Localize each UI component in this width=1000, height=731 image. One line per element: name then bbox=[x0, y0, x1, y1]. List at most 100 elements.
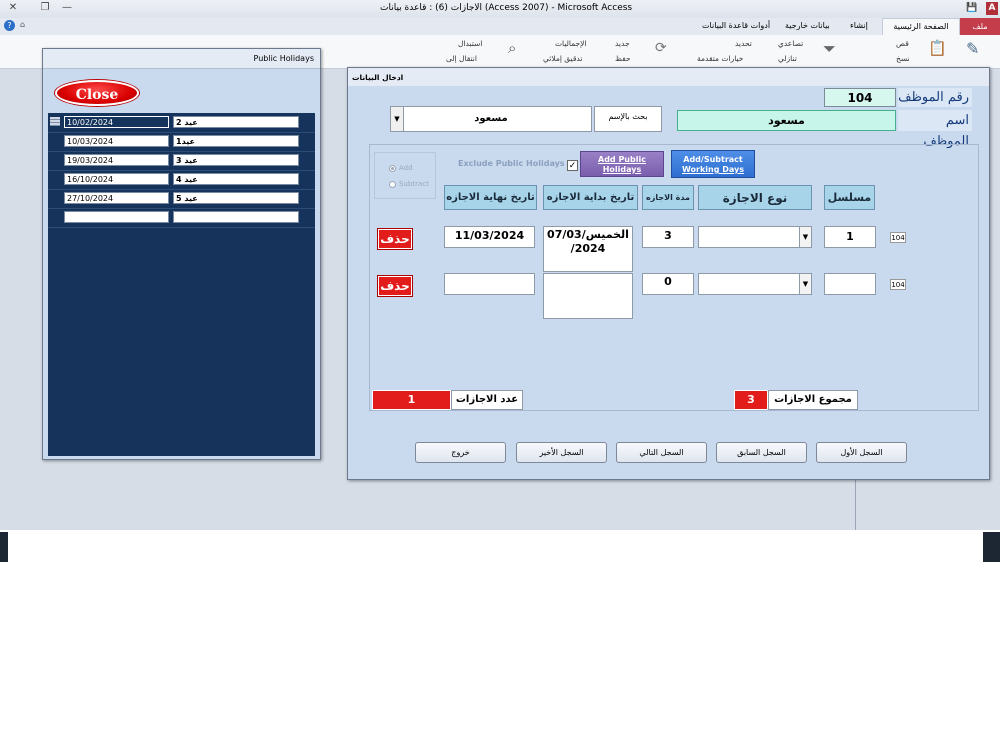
data-entry-title: ادخال البيانات bbox=[352, 73, 404, 82]
list-item: 27/10/2024 عيد 5 bbox=[48, 189, 315, 209]
tab-external-data[interactable]: بيانات خارجية bbox=[785, 21, 830, 30]
taskbar-right bbox=[983, 532, 1000, 562]
holidays-form-title: Public Holidays bbox=[253, 54, 314, 63]
holiday-name-field[interactable]: عيد 2 bbox=[173, 116, 299, 128]
holiday-name-field[interactable] bbox=[173, 211, 299, 223]
search-by-name-button[interactable]: بحث بالإسم bbox=[594, 106, 662, 132]
record-selector-icon[interactable] bbox=[50, 117, 60, 126]
start-date-field[interactable] bbox=[543, 273, 633, 319]
new-record-button[interactable]: جديد bbox=[615, 39, 630, 48]
chevron-down-icon[interactable]: ▼ bbox=[799, 227, 811, 247]
holiday-date-field[interactable]: 10/03/2024 bbox=[64, 135, 169, 147]
holiday-name-field[interactable]: عيد1 bbox=[173, 135, 299, 147]
leave-count-value: 1 bbox=[372, 390, 451, 410]
start-date-line-1: الخميس/07/03 bbox=[547, 228, 629, 241]
search-name-combo[interactable]: ▼ مسعود bbox=[390, 106, 592, 132]
delete-button[interactable]: حذف bbox=[378, 276, 412, 296]
window-title: الاجازات (6) : قاعدة بيانات (Access 2007… bbox=[380, 3, 633, 13]
list-item-new bbox=[48, 208, 315, 228]
ribbon-collapse-icon[interactable]: ⌂ bbox=[20, 20, 25, 29]
access-logo-icon: A bbox=[986, 2, 998, 15]
copy-button[interactable]: نسخ bbox=[896, 54, 910, 63]
holiday-name-field[interactable]: عيد 3 bbox=[173, 154, 299, 166]
holiday-date-field[interactable]: 27/10/2024 bbox=[64, 192, 169, 204]
subtract-option-label: Subtract bbox=[399, 180, 429, 188]
holiday-name-field[interactable]: عيد 4 bbox=[173, 173, 299, 185]
end-date-field[interactable]: 11/03/2024 bbox=[444, 226, 535, 248]
next-record-button[interactable]: السجل التالي bbox=[616, 442, 707, 463]
first-record-button[interactable]: السجل الأول bbox=[816, 442, 907, 463]
ascending-button[interactable]: تصاعدي bbox=[778, 39, 803, 48]
selection-button[interactable]: تحديد bbox=[735, 39, 752, 48]
descending-button[interactable]: تنازلي bbox=[778, 54, 797, 63]
end-date-field[interactable] bbox=[444, 273, 535, 295]
find-icon[interactable]: ⌕ bbox=[508, 39, 516, 57]
restore-window-icon[interactable]: ❐ bbox=[36, 1, 54, 15]
start-date-field[interactable]: الخميس/07/03 /2024 bbox=[543, 226, 633, 272]
add-public-holidays-label-1: Add Public bbox=[598, 155, 646, 164]
exclude-holidays-checkbox[interactable]: ✓ bbox=[567, 160, 578, 171]
refresh-all-icon[interactable]: ⟳ bbox=[655, 40, 667, 56]
add-option-label: Add bbox=[399, 164, 413, 172]
goto-button[interactable]: انتقال إلى bbox=[446, 54, 477, 63]
search-name-value: مسعود bbox=[474, 113, 508, 124]
tab-database-tools[interactable]: أدوات قاعدة البيانات bbox=[702, 21, 770, 30]
holiday-date-field[interactable]: 16/10/2024 bbox=[64, 173, 169, 185]
employee-id-label: رقم الموظف bbox=[898, 88, 972, 107]
leave-type-header: نوع الاجازة bbox=[698, 185, 812, 210]
tab-file[interactable]: ملف bbox=[960, 18, 1000, 35]
data-entry-form: ادخال البيانات 104 رقم الموظف مسعود اسم … bbox=[347, 67, 990, 480]
minimize-window-icon[interactable]: — bbox=[58, 1, 76, 15]
save-icon[interactable]: 💾 bbox=[966, 3, 977, 13]
divider bbox=[855, 480, 856, 530]
duration-field[interactable]: 3 bbox=[642, 226, 694, 248]
total-leaves-label: مجموع الاجازات bbox=[768, 390, 858, 410]
start-date-header: تاريخ بداية الاجازه bbox=[543, 185, 638, 210]
list-item: 19/03/2024 عيد 3 bbox=[48, 151, 315, 171]
employee-name-label: اسم الموظف bbox=[898, 110, 972, 149]
employee-name-field[interactable]: مسعود bbox=[677, 110, 896, 131]
spelling-button[interactable]: تدقيق إملائي bbox=[543, 54, 582, 63]
holiday-name-field[interactable]: عيد 5 bbox=[173, 192, 299, 204]
taskbar-left bbox=[0, 532, 8, 562]
leave-type-combo[interactable]: ▼ bbox=[698, 226, 812, 248]
leave-count-label: عدد الاجازات bbox=[451, 390, 523, 410]
close-window-icon[interactable]: ✕ bbox=[4, 1, 22, 15]
chevron-down-icon[interactable]: ▼ bbox=[391, 107, 404, 131]
add-public-holidays-button[interactable]: Add Public Holidays bbox=[580, 151, 664, 177]
duration-field[interactable]: 0 bbox=[642, 273, 694, 295]
serial-field[interactable] bbox=[824, 273, 876, 295]
last-record-button[interactable]: السجل الأخير bbox=[516, 442, 607, 463]
holiday-date-field[interactable] bbox=[64, 211, 169, 223]
add-subtract-working-days-button[interactable]: Add/Subtract Working Days bbox=[671, 150, 755, 178]
totals-button[interactable]: الإجماليات bbox=[555, 39, 587, 48]
replace-button[interactable]: استبدال bbox=[458, 39, 482, 48]
title-bar: ✕ ❐ — الاجازات (6) : قاعدة بيانات (Acces… bbox=[0, 0, 1000, 19]
paste-icon[interactable]: 📋 bbox=[928, 39, 947, 57]
holiday-date-field[interactable]: 19/03/2024 bbox=[64, 154, 169, 166]
tab-create[interactable]: إنشاء bbox=[850, 21, 868, 30]
holiday-date-field[interactable]: 10/02/2024 bbox=[64, 116, 169, 128]
view-icon[interactable]: ✎ bbox=[966, 39, 979, 58]
subtract-radio[interactable] bbox=[389, 181, 396, 188]
help-icon[interactable]: ? bbox=[4, 20, 15, 31]
list-item: 16/10/2024 عيد 4 bbox=[48, 170, 315, 190]
save-record-button[interactable]: حفظ bbox=[615, 54, 631, 63]
employee-id-field[interactable]: 104 bbox=[824, 88, 896, 107]
leave-type-combo[interactable]: ▼ bbox=[698, 273, 812, 295]
filter-icon[interactable]: ⏷ bbox=[823, 39, 836, 59]
chevron-down-icon[interactable]: ▼ bbox=[799, 274, 811, 294]
cut-button[interactable]: قص bbox=[896, 39, 909, 48]
advanced-button[interactable]: خيارات متقدمة bbox=[697, 54, 743, 63]
delete-button[interactable]: حذف bbox=[378, 229, 412, 249]
holidays-form-titlebar[interactable]: Public Holidays bbox=[43, 49, 320, 69]
previous-record-button[interactable]: السجل السابق bbox=[716, 442, 807, 463]
exit-button[interactable]: خروج bbox=[415, 442, 506, 463]
radio-selected-dot bbox=[391, 167, 394, 170]
close-button[interactable]: Close bbox=[55, 80, 139, 106]
holidays-list: 10/02/2024 عيد 2 10/03/2024 عيد1 19/03/2… bbox=[48, 113, 315, 456]
add-subtract-label-1: Add/Subtract bbox=[683, 155, 743, 164]
serial-field[interactable]: 1 bbox=[824, 226, 876, 248]
data-entry-titlebar[interactable]: ادخال البيانات bbox=[348, 68, 989, 86]
tab-home[interactable]: الصفحة الرئيسية bbox=[882, 18, 960, 35]
